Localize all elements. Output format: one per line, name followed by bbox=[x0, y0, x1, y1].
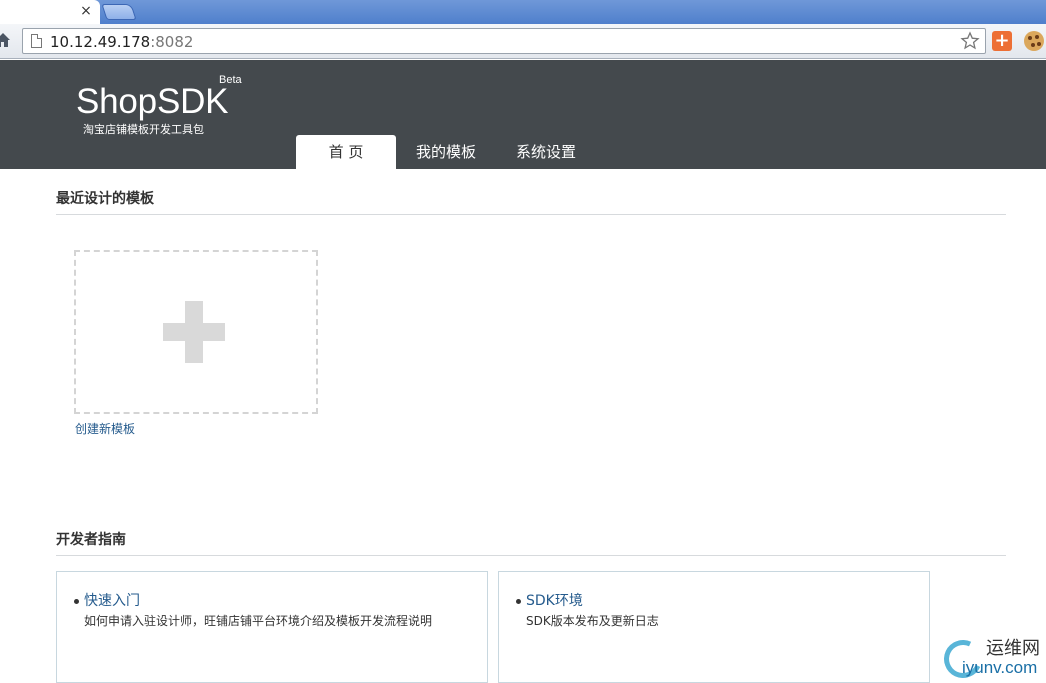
page-icon bbox=[31, 34, 42, 48]
tab-system-settings[interactable]: 系统设置 bbox=[496, 135, 596, 169]
bullet-icon bbox=[74, 599, 79, 604]
create-template-card[interactable] bbox=[74, 250, 318, 414]
sdk-environment-link[interactable]: SDK环境 bbox=[526, 592, 583, 610]
site-header: ShopSDK Beta 淘宝店铺模板开发工具包 首 页 我的模板 系统设置 bbox=[0, 60, 1046, 169]
plus-icon bbox=[163, 301, 225, 363]
url-port: :8082 bbox=[150, 33, 194, 51]
new-tab-button[interactable] bbox=[101, 4, 137, 20]
browser-toolbar: 10.12.49.178:8082 + bbox=[0, 24, 1046, 59]
watermark-en: iyunv.com bbox=[962, 658, 1038, 677]
guide-card-sdk-environment: SDK环境 SDK版本发布及更新日志 bbox=[498, 571, 930, 683]
site-tagline: 淘宝店铺模板开发工具包 bbox=[83, 123, 204, 136]
quick-start-link[interactable]: 快速入门 bbox=[84, 592, 140, 610]
address-bar[interactable]: 10.12.49.178:8082 bbox=[22, 28, 986, 54]
section-divider bbox=[56, 214, 1006, 215]
extension-plus-icon[interactable]: + bbox=[992, 31, 1012, 51]
bullet-icon bbox=[516, 599, 521, 604]
section-divider bbox=[56, 555, 1006, 556]
recent-templates-title: 最近设计的模板 bbox=[56, 191, 154, 207]
tab-close-icon[interactable]: × bbox=[78, 3, 94, 19]
shopsdk-logo[interactable]: ShopSDK bbox=[76, 83, 229, 121]
home-icon[interactable] bbox=[0, 32, 10, 48]
tab-my-templates[interactable]: 我的模板 bbox=[396, 135, 496, 169]
create-template-link[interactable]: 创建新模板 bbox=[75, 421, 135, 437]
developer-guide-title: 开发者指南 bbox=[56, 532, 126, 548]
tab-home[interactable]: 首 页 bbox=[296, 135, 396, 169]
url-text[interactable]: 10.12.49.178:8082 bbox=[50, 33, 193, 51]
beta-label: Beta bbox=[219, 74, 242, 86]
watermark-logo: 运维网 iyunv.com bbox=[938, 634, 1044, 683]
browser-tab-strip: × bbox=[0, 0, 1046, 24]
url-host: 10.12.49.178 bbox=[50, 33, 151, 51]
cookie-icon[interactable] bbox=[1024, 31, 1044, 51]
star-icon[interactable] bbox=[960, 31, 980, 51]
quick-start-description: 如何申请入驻设计师，旺铺店铺平台环境介绍及模板开发流程说明 bbox=[84, 614, 433, 628]
sdk-environment-description: SDK版本发布及更新日志 bbox=[526, 614, 659, 628]
guide-card-quick-start: 快速入门 如何申请入驻设计师，旺铺店铺平台环境介绍及模板开发流程说明 bbox=[56, 571, 488, 683]
